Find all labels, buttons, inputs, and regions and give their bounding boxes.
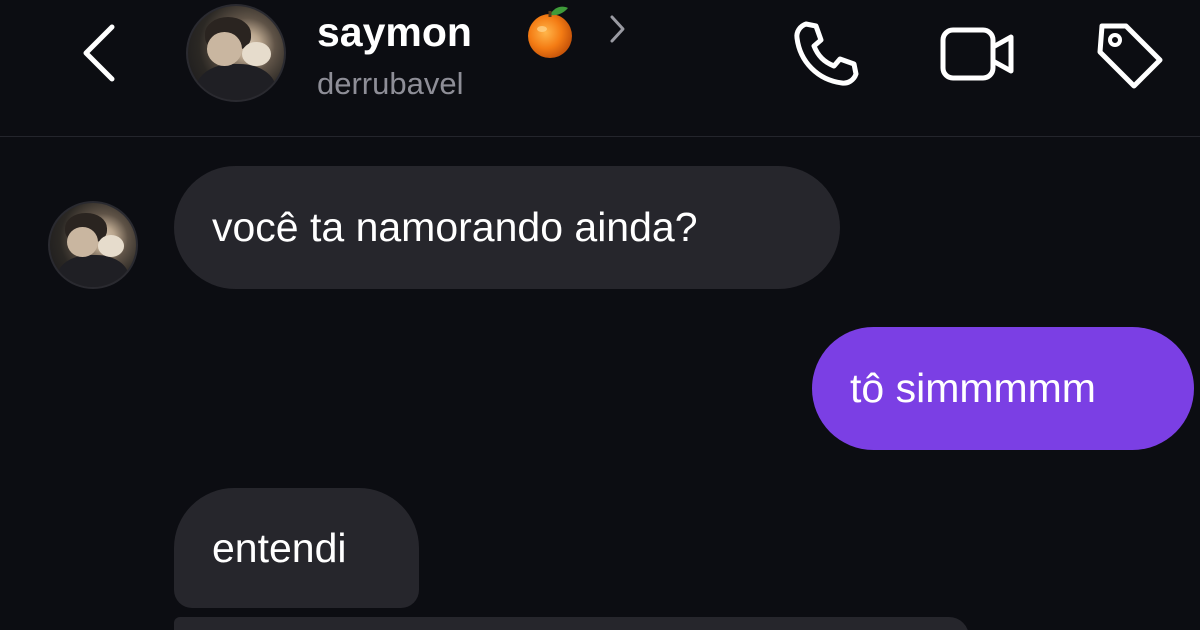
back-button[interactable] — [62, 14, 134, 92]
message-text: entendi — [212, 524, 347, 571]
video-call-button[interactable] — [932, 12, 1022, 96]
tag-icon — [1097, 23, 1163, 89]
avatar-face-shape — [207, 32, 242, 67]
phone-icon — [794, 21, 859, 86]
message-bubble-received[interactable] — [174, 617, 969, 630]
message-bubble-sent[interactable]: tô simmmmm — [812, 327, 1194, 450]
profile-name[interactable]: saymon — [317, 8, 472, 56]
message-text: tô simmmmm — [850, 365, 1096, 411]
avatar-bird-shape — [98, 234, 124, 257]
avatar-body-shape — [56, 255, 130, 287]
avatar-face-shape — [67, 226, 99, 257]
chat-header: saymon derrubavel — [0, 0, 1200, 137]
chat-screen: saymon derrubavel você ta namorando aind… — [0, 0, 1200, 630]
tag-button[interactable] — [1082, 12, 1172, 96]
orange-icon — [528, 6, 572, 58]
sender-avatar[interactable] — [48, 201, 138, 289]
call-button[interactable] — [780, 12, 870, 96]
avatar-bird-shape — [241, 41, 271, 67]
chevron-right-icon[interactable] — [604, 12, 630, 46]
profile-avatar[interactable] — [186, 4, 286, 102]
chevron-left-icon — [83, 24, 115, 82]
video-camera-icon — [940, 27, 1014, 81]
message-bubble-received[interactable]: entendi — [174, 488, 419, 608]
message-bubble-received[interactable]: você ta namorando ainda? — [174, 166, 840, 289]
message-text: você ta namorando ainda? — [212, 204, 698, 250]
profile-username: derrubavel — [317, 66, 464, 101]
header-divider — [0, 136, 1200, 137]
avatar-body-shape — [195, 64, 277, 100]
